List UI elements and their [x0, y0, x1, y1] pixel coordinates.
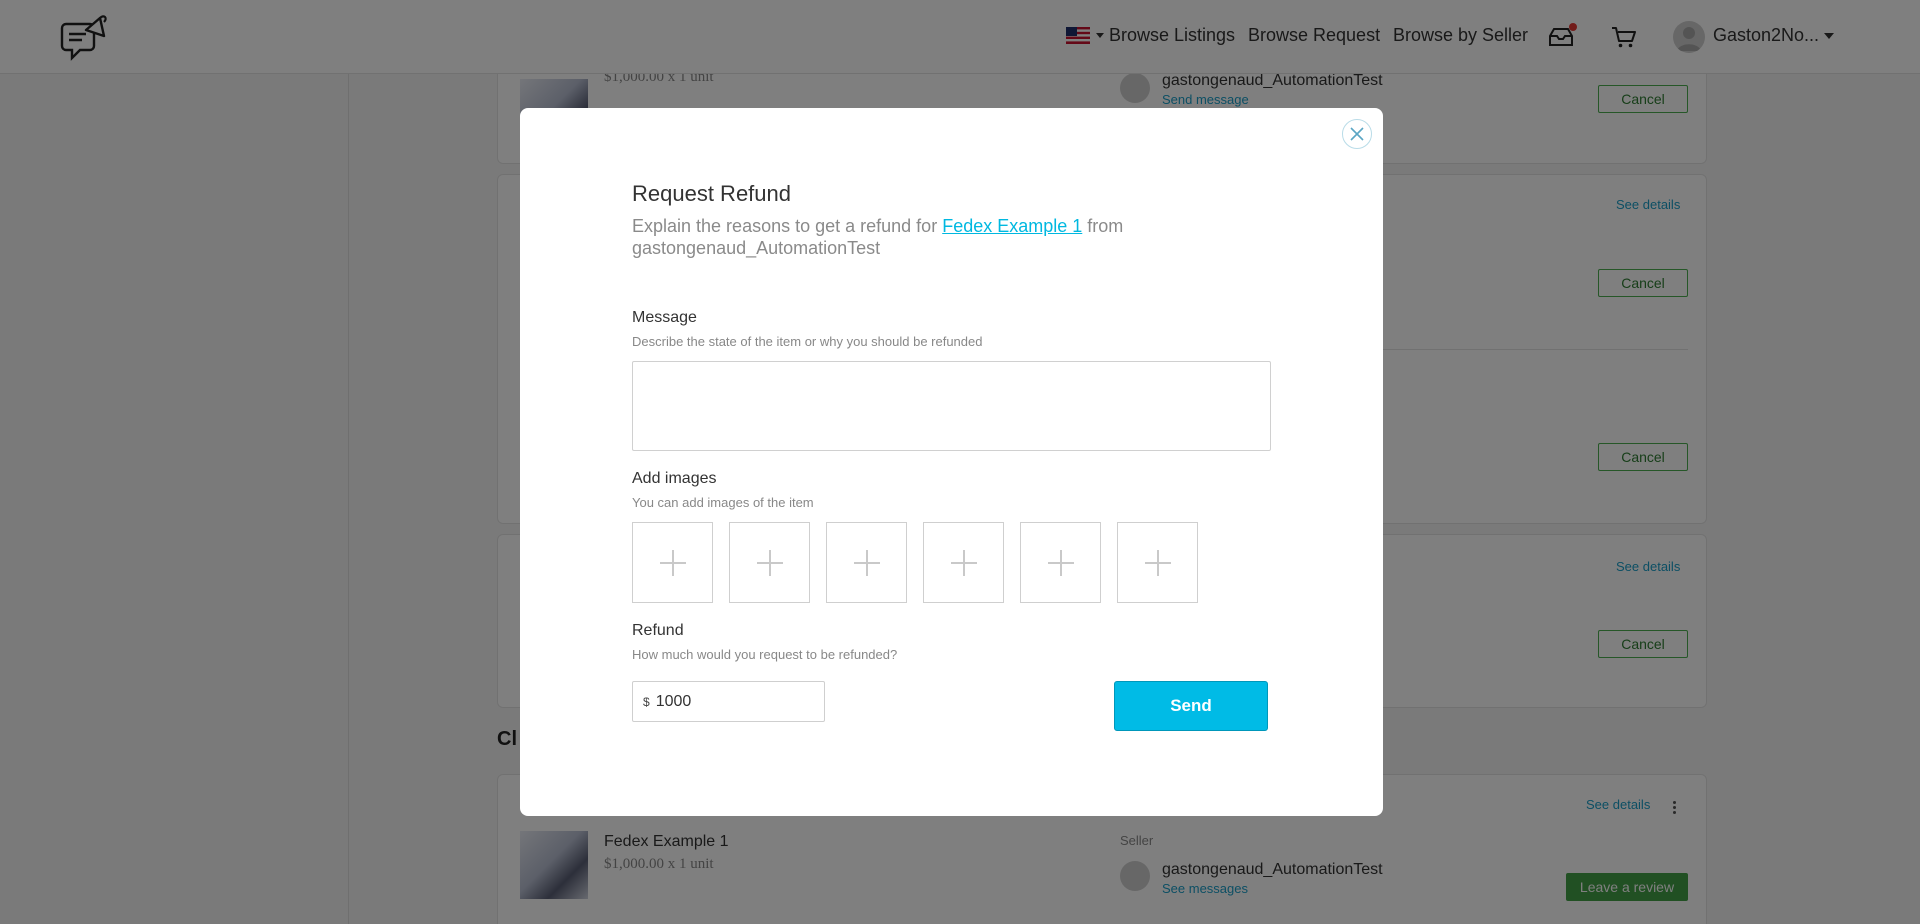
message-label: Message — [632, 309, 697, 326]
plus-icon — [1144, 549, 1171, 576]
refund-label: Refund — [632, 622, 684, 639]
plus-icon — [853, 549, 880, 576]
refund-amount-field[interactable]: $ — [632, 681, 825, 722]
add-image-slot[interactable] — [923, 522, 1004, 603]
request-refund-modal: Request Refund Explain the reasons to ge… — [520, 108, 1383, 816]
listing-link[interactable]: Fedex Example 1 — [942, 216, 1082, 236]
send-button[interactable]: Send — [1114, 681, 1268, 731]
plus-icon — [950, 549, 977, 576]
add-image-slot[interactable] — [1117, 522, 1198, 603]
plus-icon — [756, 549, 783, 576]
currency-symbol: $ — [643, 694, 650, 709]
add-image-slot[interactable] — [729, 522, 810, 603]
refund-amount-input[interactable] — [655, 692, 806, 711]
modal-subtitle: Explain the reasons to get a refund for … — [632, 215, 1192, 259]
plus-icon — [1047, 549, 1074, 576]
refund-help: How much would you request to be refunde… — [632, 647, 898, 662]
close-button[interactable] — [1342, 119, 1372, 149]
add-images-help: You can add images of the item — [632, 495, 814, 510]
close-icon — [1350, 127, 1364, 141]
add-image-slot[interactable] — [1020, 522, 1101, 603]
add-images-label: Add images — [632, 470, 717, 487]
add-image-slot[interactable] — [632, 522, 713, 603]
plus-icon — [659, 549, 686, 576]
add-image-slot[interactable] — [826, 522, 907, 603]
subtitle-prefix: Explain the reasons to get a refund for — [632, 216, 943, 236]
message-textarea[interactable] — [632, 361, 1271, 451]
message-help: Describe the state of the item or why yo… — [632, 334, 983, 349]
modal-title: Request Refund — [632, 181, 791, 206]
